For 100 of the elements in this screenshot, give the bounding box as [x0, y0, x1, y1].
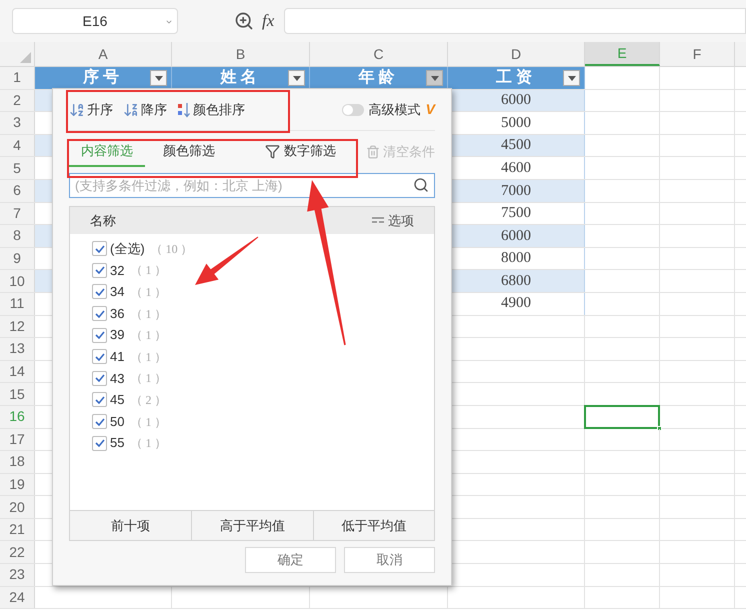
row-header[interactable]: 7 — [0, 202, 35, 224]
toggle-switch[interactable] — [342, 104, 364, 116]
caret-icon — [154, 76, 162, 80]
value-label: 39 — [110, 326, 124, 344]
row-header[interactable]: 21 — [0, 518, 35, 540]
sort-button[interactable]: 升序 — [69, 100, 113, 120]
filter-dropdown-button[interactable] — [426, 70, 443, 86]
name-box[interactable]: E16 — [12, 8, 178, 34]
checkmark-icon — [94, 396, 104, 404]
zoom-icon[interactable] — [234, 11, 254, 31]
column-title: 序号 — [83, 67, 123, 88]
row-header[interactable]: 15 — [0, 383, 35, 405]
filter-tab[interactable]: 内容筛选 — [69, 137, 145, 167]
row-header[interactable]: 24 — [0, 586, 35, 608]
filter-dropdown-button[interactable] — [150, 70, 167, 86]
advanced-mode-label: 高级模式 — [368, 100, 421, 119]
row-header[interactable]: 12 — [0, 316, 35, 338]
formula-field[interactable] — [284, 8, 746, 34]
value-count: （ 1 ） — [130, 435, 166, 452]
column-header[interactable]: C — [310, 42, 448, 66]
checkbox[interactable] — [92, 284, 107, 300]
dialog-button[interactable]: 取消 — [344, 547, 435, 573]
column-header[interactable]: B — [172, 42, 310, 66]
column-header[interactable]: A — [35, 42, 172, 66]
checkbox[interactable] — [92, 392, 107, 408]
caret-icon — [430, 76, 438, 80]
filter-tab[interactable]: 颜色筛选 — [151, 137, 227, 167]
row-header[interactable]: 3 — [0, 112, 35, 134]
checkbox[interactable] — [92, 241, 107, 256]
value-label: 36 — [110, 304, 124, 323]
quick-filter-button[interactable]: 低于平均值 — [312, 511, 434, 540]
row-header[interactable]: 17 — [0, 428, 35, 450]
row-header[interactable]: 5 — [0, 157, 35, 179]
value-count: （ 1 ） — [130, 414, 166, 431]
row-header[interactable]: 2 — [0, 90, 35, 112]
function-label[interactable]: fx — [262, 8, 274, 34]
column-title: 年龄 — [358, 68, 398, 88]
row-header[interactable]: 18 — [0, 451, 35, 473]
filter-dropdown-button[interactable] — [288, 70, 305, 86]
row-header[interactable]: 9 — [0, 248, 35, 270]
row-header[interactable]: 10 — [0, 270, 35, 292]
quick-filter-button[interactable]: 前十项 — [70, 511, 192, 540]
checkbox[interactable] — [92, 436, 107, 451]
funnel-icon — [265, 144, 280, 158]
row-header[interactable]: 8 — [0, 225, 35, 247]
row-header[interactable]: 19 — [0, 474, 35, 496]
dialog-button[interactable]: 确定 — [245, 547, 336, 573]
value-label: 32 — [110, 262, 124, 280]
row-header[interactable]: 16 — [0, 406, 35, 428]
sort-descending-icon — [123, 102, 139, 118]
sort-button[interactable]: 颜色排序 — [177, 100, 245, 120]
value-count: （ 10 ） — [150, 240, 193, 258]
checkbox[interactable] — [92, 328, 107, 343]
checkbox[interactable] — [92, 306, 107, 322]
list-header-title: 名称 — [90, 212, 116, 230]
row-header[interactable]: 13 — [0, 338, 35, 360]
row-header[interactable]: 20 — [0, 496, 35, 518]
value-label: 34 — [110, 283, 124, 302]
column-header[interactable]: F — [660, 42, 735, 66]
row-header[interactable]: 4 — [0, 134, 35, 156]
row-header[interactable]: 1 — [0, 67, 35, 89]
row-header[interactable]: 23 — [0, 564, 35, 586]
value-count: （ 1 ） — [130, 370, 166, 388]
checkmark-icon — [94, 352, 104, 361]
checkbox[interactable] — [92, 349, 107, 364]
value-count: （ 2 ） — [130, 392, 166, 409]
caret-icon — [292, 76, 300, 80]
dropdown-icon — [165, 18, 173, 26]
value-label: 43 — [110, 370, 124, 388]
value-label: 45 — [110, 391, 124, 410]
value-label: 41 — [110, 348, 124, 366]
trash-icon — [366, 145, 380, 159]
checkmark-icon — [94, 288, 104, 296]
checkmark-icon — [94, 418, 104, 426]
sort-ascending-icon — [69, 102, 85, 118]
value-label: 50 — [110, 412, 124, 431]
checkbox[interactable] — [92, 262, 107, 278]
checkmark-icon — [94, 310, 104, 318]
filter-tab[interactable]: 数字筛选 — [253, 137, 348, 167]
row-header[interactable]: 11 — [0, 292, 35, 315]
value-label: (全选) — [110, 240, 145, 258]
search-field[interactable]: (支持多条件过滤，例如：北京 上海) — [69, 173, 435, 198]
options-button[interactable]: 选项 — [372, 210, 414, 230]
checkmark-icon — [94, 331, 104, 340]
row-header[interactable]: 6 — [0, 180, 35, 202]
value-count: （ 1 ） — [130, 306, 166, 323]
sort-button[interactable]: 降序 — [123, 100, 167, 120]
checkmark-icon — [94, 244, 104, 253]
checkbox[interactable] — [92, 370, 107, 386]
vip-label: V — [426, 100, 435, 119]
checkmark-icon — [94, 266, 104, 274]
row-header[interactable]: 14 — [0, 360, 35, 382]
row-header[interactable]: 22 — [0, 541, 35, 564]
checkmark-icon — [94, 374, 104, 382]
options-icon — [372, 216, 384, 224]
color-sort-icon — [177, 102, 191, 118]
checkbox[interactable] — [92, 414, 107, 430]
quick-filter-button[interactable]: 高于平均值 — [191, 511, 313, 540]
search-icon[interactable] — [413, 177, 429, 193]
filter-dropdown-button[interactable] — [563, 70, 580, 86]
